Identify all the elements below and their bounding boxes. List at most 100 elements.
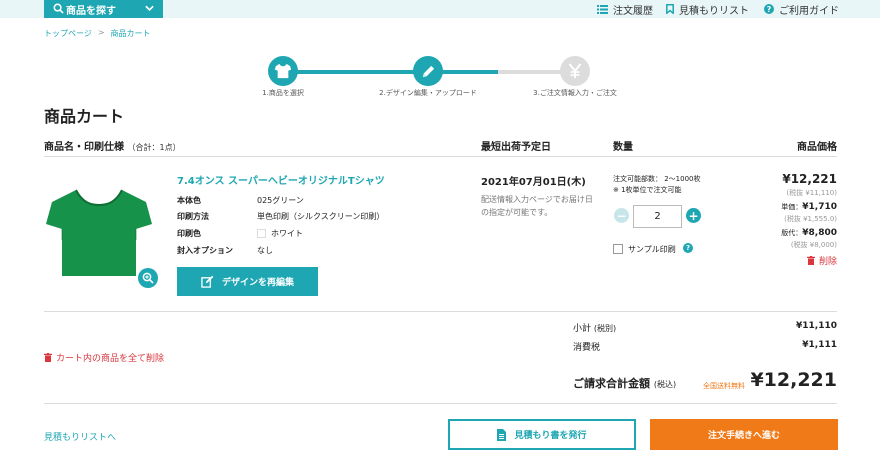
step-2-label: 2.デザイン編集・アップロード bbox=[379, 89, 477, 97]
help-icon[interactable]: ? bbox=[683, 243, 693, 253]
sample-print-checkbox[interactable] bbox=[613, 244, 623, 254]
plate-fee-ex-tax: (税抜 ¥8,000) bbox=[790, 241, 837, 249]
column-header-ship-date: 最短出荷予定日 bbox=[481, 142, 551, 153]
item-total-price-ex-tax: (税抜 ¥11,110) bbox=[786, 189, 837, 197]
spec-value-body-color: 025グリーン bbox=[257, 195, 304, 206]
quantity-increment-button[interactable]: + bbox=[686, 208, 701, 223]
unit-price-label: 単価： bbox=[781, 203, 803, 211]
spec-label-enclosure-option: 封入オプション bbox=[177, 246, 233, 255]
spec-value-body-color-text: 025グリーン bbox=[257, 196, 304, 205]
quantity-decrement-button[interactable]: − bbox=[614, 208, 629, 223]
step-3-label: 3.ご注文情報入力・ご注文 bbox=[533, 89, 617, 97]
column-header-product: 商品名・印刷仕様 （合計：1点） bbox=[44, 138, 181, 153]
nav-user-guide[interactable]: ? ご利用ガイド bbox=[764, 2, 839, 17]
redesign-button-label: デザインを再編集 bbox=[221, 278, 294, 288]
spec-label-body-color: 本体色 bbox=[177, 196, 201, 205]
step-1-label: 1.商品を選択 bbox=[262, 89, 304, 97]
divider bbox=[44, 403, 837, 404]
step-2-circle bbox=[413, 56, 443, 86]
list-icon bbox=[597, 4, 608, 14]
tax-value: ¥1,111 bbox=[802, 340, 837, 350]
breadcrumb: トップページ > 商品カート bbox=[44, 28, 151, 39]
breadcrumb-home[interactable]: トップページ bbox=[44, 28, 92, 39]
column-header-price: 商品価格 bbox=[797, 142, 837, 153]
tax-label: 消費税 bbox=[573, 343, 601, 353]
delete-item-label: 削除 bbox=[818, 257, 837, 267]
total-label-text: ご請求合計金額 bbox=[573, 377, 650, 390]
svg-text:?: ? bbox=[767, 5, 772, 14]
column-header-product-count: （合計：1点） bbox=[127, 143, 181, 152]
divider bbox=[44, 311, 837, 312]
issue-quote-label: 見積もり書を発行 bbox=[514, 431, 587, 441]
subtotal-tax-note: (税別) bbox=[593, 324, 617, 333]
total-label: ご請求合計金額 (税込) bbox=[573, 375, 676, 391]
tshirt-icon bbox=[274, 63, 292, 79]
nav-user-guide-label: ご利用ガイド bbox=[779, 5, 839, 17]
issue-quote-button[interactable]: 見積もり書を発行 bbox=[448, 419, 636, 450]
total-value: ¥12,221 bbox=[750, 369, 837, 391]
ship-date: 2021年07月01日(木) bbox=[481, 177, 586, 188]
clear-cart-label: カート内の商品を全て削除 bbox=[56, 354, 165, 364]
sample-print-label: サンプル印刷 bbox=[628, 245, 676, 254]
column-header-quantity: 数量 bbox=[613, 142, 633, 153]
unit-price-value: ¥1,710 bbox=[802, 202, 837, 212]
nav-order-history[interactable]: 注文履歴 bbox=[597, 2, 653, 17]
nav-order-history-label: 注文履歴 bbox=[613, 5, 653, 17]
question-circle-icon: ? bbox=[764, 4, 774, 14]
spec-value-enclosure-option-text: なし bbox=[257, 246, 273, 255]
subtotal-label: 小計 (税別) bbox=[573, 321, 616, 334]
step-3-circle bbox=[560, 56, 590, 86]
edit-icon bbox=[201, 275, 214, 288]
pencil-icon bbox=[422, 65, 434, 77]
yen-icon bbox=[568, 63, 582, 78]
plate-fee: 版代：¥8,800 bbox=[781, 228, 837, 238]
spec-value-print-method-text: 単色印刷（シルクスクリーン印刷） bbox=[257, 212, 385, 221]
bookmark-icon bbox=[666, 4, 674, 14]
redesign-button[interactable]: デザインを再編集 bbox=[177, 267, 318, 296]
nav-estimate-list[interactable]: 見積もりリスト bbox=[666, 2, 749, 17]
spec-value-print-method: 単色印刷（シルクスクリーン印刷） bbox=[257, 211, 384, 222]
product-search-label: 商品を探す bbox=[66, 5, 116, 17]
free-shipping-badge: 全国送料無料 bbox=[703, 382, 745, 390]
zoom-in-icon bbox=[142, 272, 154, 284]
plate-fee-label: 版代： bbox=[781, 229, 803, 237]
unit-price: 単価：¥1,710 bbox=[781, 202, 837, 212]
quantity-input[interactable] bbox=[633, 205, 682, 228]
item-total-price: ¥12,221 bbox=[782, 172, 837, 186]
document-icon bbox=[497, 428, 507, 441]
search-icon bbox=[53, 3, 64, 14]
breadcrumb-current: 商品カート bbox=[110, 29, 151, 38]
unit-price-ex-tax: (税抜 ¥1,555.0) bbox=[784, 215, 837, 223]
total-tax-note: (税込) bbox=[653, 380, 677, 389]
color-swatch bbox=[257, 229, 266, 238]
quantity-unit-note: ※ 1枚単位で注文可能 bbox=[613, 186, 682, 194]
step-1-circle bbox=[268, 56, 298, 86]
spec-value-print-color-text: ホワイト bbox=[271, 229, 303, 238]
spec-label-print-method: 印刷方法 bbox=[177, 212, 209, 221]
subtotal-value: ¥11,110 bbox=[796, 321, 837, 331]
trash-icon bbox=[44, 353, 52, 362]
trash-icon bbox=[806, 256, 815, 265]
plate-fee-value: ¥8,800 bbox=[802, 228, 837, 238]
nav-estimate-list-label: 見積もりリスト bbox=[679, 5, 749, 17]
spec-value-print-color: ホワイト bbox=[257, 228, 303, 239]
estimate-list-link[interactable]: 見積もりリストへ bbox=[44, 430, 116, 443]
product-tshirt-image bbox=[46, 189, 152, 276]
divider bbox=[44, 156, 837, 157]
product-name-link[interactable]: 7.4オンス スーパーヘビーオリジナルTシャツ bbox=[177, 172, 385, 187]
breadcrumb-separator: > bbox=[97, 28, 105, 37]
product-search-button[interactable]: 商品を探す bbox=[44, 0, 163, 18]
spec-label-print-color: 印刷色 bbox=[177, 229, 201, 238]
clear-cart-button[interactable]: カート内の商品を全て削除 bbox=[44, 351, 164, 364]
progress-steps: 1.商品を選択 2.デザイン編集・アップロード 3.ご注文情報入力・ご注文 bbox=[240, 54, 640, 104]
chevron-down-icon bbox=[145, 5, 154, 11]
checkout-button[interactable]: 注文手続きへ進む bbox=[650, 419, 838, 450]
ship-date-note: 配送情報入力ページでお届け日の指定が可能です。 bbox=[481, 195, 593, 217]
step-line-done-1 bbox=[283, 70, 426, 74]
page-title: 商品カート bbox=[44, 107, 125, 126]
subtotal-label-text: 小計 bbox=[573, 324, 592, 334]
quantity-range-note: 注文可能部数： 2〜1000枚 bbox=[613, 175, 701, 183]
spec-value-enclosure-option: なし bbox=[257, 245, 273, 256]
delete-item-button[interactable]: 削除 bbox=[806, 254, 837, 267]
zoom-button[interactable] bbox=[138, 268, 158, 288]
